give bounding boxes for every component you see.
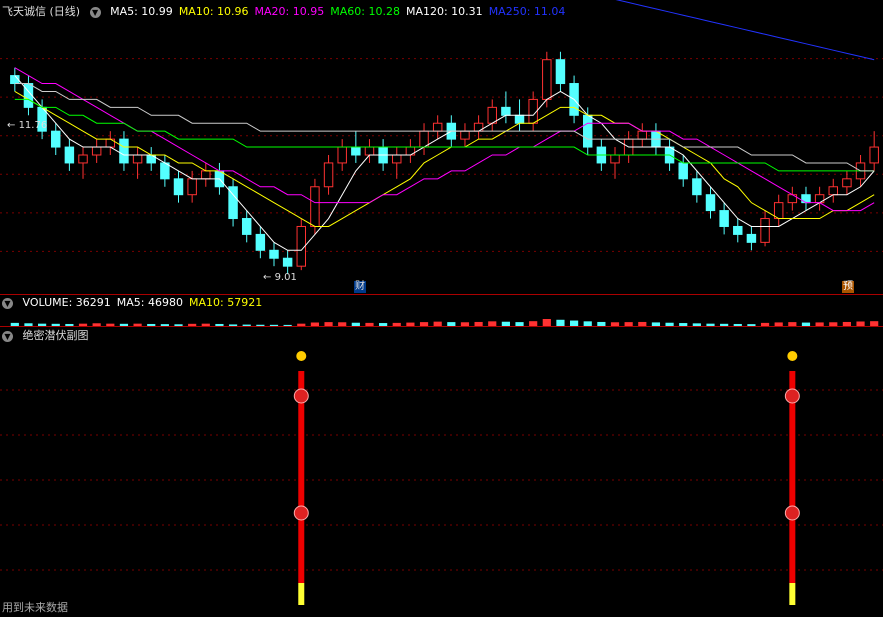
signal-ball [293, 388, 309, 404]
candle-body [733, 225, 743, 235]
candle-body [132, 154, 143, 164]
signal-ball [293, 505, 309, 521]
candle-body [828, 186, 838, 196]
finance-badge[interactable]: 财 [354, 281, 366, 293]
candle-body [282, 257, 293, 267]
candle-body [51, 130, 61, 148]
footer-note: 用到未来数据 [2, 601, 68, 614]
forecast-badge[interactable]: 预 [842, 281, 854, 293]
legend-label: MA10: 10.96 [178, 5, 249, 18]
candle-body [582, 114, 593, 148]
candle-body [692, 178, 702, 196]
signal-ball [784, 505, 800, 521]
legend-label: MA5: 10.99 [110, 5, 173, 18]
candle-body [78, 154, 88, 164]
volume-pane[interactable]: ▼ VOLUME: 36291 MA5: 46980 MA10: 57921 [0, 295, 883, 327]
candle-body [323, 162, 334, 188]
candle-body [542, 59, 552, 100]
indicator-pane[interactable]: ▼ 绝密潜伏副图 用到未来数据 [0, 327, 883, 617]
candle-body [392, 154, 402, 164]
legend-label: MA5: 46980 [116, 296, 183, 309]
ma-line-ma10 [14, 91, 875, 227]
candle-body [119, 138, 129, 164]
legend-label: MA250: 11.04 [488, 5, 566, 18]
candle-body [842, 178, 852, 188]
candle-body [160, 162, 170, 180]
legend-label: MA10: 57921 [188, 296, 263, 309]
candle-body [637, 130, 648, 140]
candle-body [173, 178, 184, 196]
signal-base [298, 583, 305, 605]
candle-body [255, 233, 266, 251]
signal-ball [784, 388, 800, 404]
candle-body [869, 146, 879, 164]
signal-base [789, 583, 796, 605]
candle-body [610, 154, 620, 164]
candle-body [337, 146, 347, 164]
volume-labels: VOLUME: 36291 MA5: 46980 MA10: 57921 [23, 296, 269, 309]
price-header: 飞天诚信 (日线) ▼ MA5: 10.99 MA10: 10.96 MA20: 1… [2, 5, 577, 19]
candle-body [91, 146, 102, 156]
volume-bar [542, 319, 551, 326]
chevron-down-icon[interactable]: ▼ [89, 6, 101, 18]
candle-body [419, 130, 429, 148]
legend-label: MA60: 10.28 [330, 5, 400, 18]
candle-body [719, 210, 729, 227]
signal-dot [296, 351, 307, 361]
candle-body [64, 146, 75, 164]
candle-body [514, 114, 525, 124]
legend-label: MA20: 10.95 [254, 5, 325, 18]
low-price-label: ← 9.01 [263, 272, 297, 283]
ma-line-ma20 [14, 67, 875, 212]
indicator-chart[interactable] [0, 327, 883, 617]
candle-body [460, 130, 470, 140]
legend-label: VOLUME: 36291 [22, 296, 111, 309]
candle-body [269, 249, 279, 259]
volume-header: ▼ VOLUME: 36291 MA5: 46980 MA10: 57921 [2, 296, 274, 310]
candlestick-chart[interactable] [0, 0, 883, 295]
candle-body [187, 178, 197, 196]
candle-body [351, 146, 361, 156]
candle-body [310, 186, 320, 227]
candle-body [432, 122, 443, 132]
candle-body [555, 59, 566, 85]
high-price-label: ← 11.76 [7, 120, 48, 131]
candle-body [364, 146, 375, 156]
stock-title: 飞天诚信 (日线) [2, 5, 81, 18]
candle-body [487, 106, 497, 124]
candle-body [201, 170, 211, 180]
price-pane[interactable]: 飞天诚信 (日线) ▼ MA5: 10.99 MA10: 10.96 MA20: 1… [0, 0, 883, 295]
chevron-down-icon[interactable]: ▼ [2, 330, 13, 342]
indicator-header: ▼ 绝密潜伏副图 [2, 329, 95, 343]
chevron-down-icon[interactable]: ▼ [2, 297, 13, 309]
legend-label: MA120: 10.31 [405, 5, 483, 18]
ma-line-ma120 [14, 83, 875, 172]
candle-body [241, 218, 252, 235]
indicator-title: 绝密潜伏副图 [22, 329, 89, 342]
candle-body [705, 194, 716, 212]
candle-body [760, 218, 770, 243]
signal-dot [787, 351, 798, 361]
ma-labels: MA5: 10.99 MA10: 10.96 MA20: 10.95 MA60: 10… [110, 5, 571, 18]
candle-body [746, 233, 757, 243]
candle-body [773, 202, 784, 220]
candle-body [678, 162, 688, 180]
candle-body [501, 106, 511, 116]
